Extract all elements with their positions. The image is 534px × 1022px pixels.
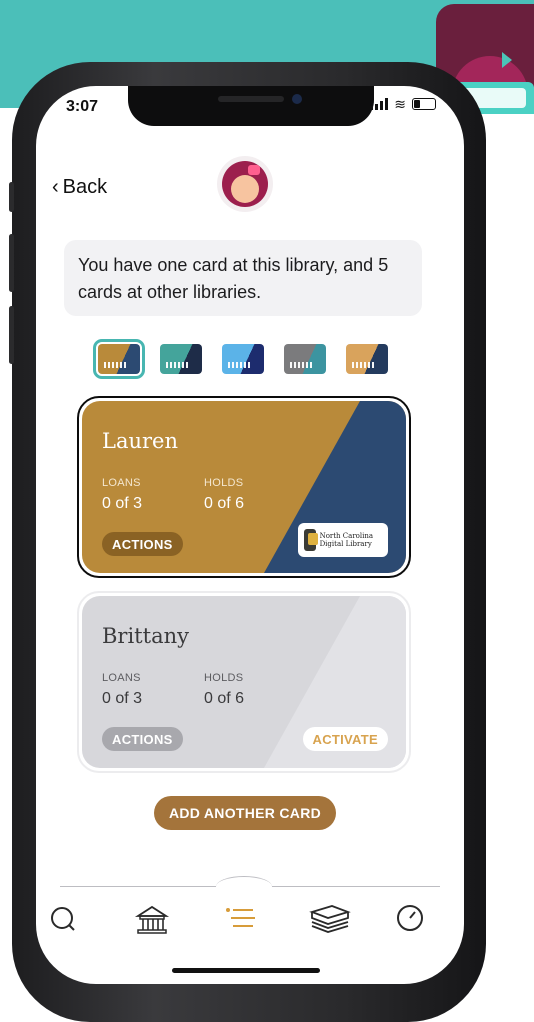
notch [128, 86, 374, 126]
silent-switch [9, 182, 14, 212]
volume-up-button [9, 234, 14, 292]
avatar[interactable] [217, 156, 273, 212]
search-icon [51, 907, 75, 931]
card-thumb-4[interactable] [284, 344, 326, 374]
tab-menu[interactable] [221, 900, 261, 940]
tab-bar-bump [216, 876, 272, 897]
barcode-icon [166, 362, 190, 368]
wifi-icon: ≋ [394, 96, 406, 112]
tab-library[interactable] [132, 900, 172, 940]
card-holder-name: Brittany [102, 624, 189, 648]
menu-icon [226, 908, 255, 927]
signal-icon [370, 98, 389, 110]
volume-down-button [9, 306, 14, 364]
card-thumbnail-strip [93, 339, 388, 380]
back-button[interactable]: ‹ Back [52, 176, 107, 199]
home-indicator [172, 968, 320, 973]
library-badge: North Carolina Digital Library [298, 523, 388, 557]
barcode-icon [290, 362, 314, 368]
loans-label: LOANS [102, 672, 141, 684]
add-another-card-button[interactable]: ADD ANOTHER CARD [154, 796, 336, 830]
speaker-grille [218, 96, 284, 102]
barcode-icon [104, 362, 128, 368]
loans-value: 0 of 3 [102, 495, 143, 512]
shelf-icon [309, 905, 351, 933]
battery-icon [412, 98, 436, 110]
phone-screen: 3:07 ≋ ‹ Back You have one card at this … [36, 86, 464, 984]
tab-timeline[interactable] [392, 900, 432, 940]
logo-flag [502, 52, 512, 68]
card-thumb-5[interactable] [346, 344, 388, 374]
timeline-icon [397, 905, 423, 931]
back-label: Back [62, 176, 108, 198]
card-holder-name: Lauren [102, 429, 178, 453]
library-logo-icon [304, 529, 318, 551]
library-badge-text: North Carolina Digital Library [319, 532, 374, 548]
holds-value: 0 of 6 [204, 495, 245, 512]
tab-search[interactable] [44, 900, 84, 940]
library-card-lauren[interactable]: Lauren LOANS 0 of 3 HOLDS 0 of 6 ACTIONS… [82, 401, 406, 573]
front-camera [292, 94, 302, 104]
activate-button[interactable]: ACTIVATE [302, 727, 388, 751]
actions-button[interactable]: ACTIONS [102, 727, 183, 751]
tab-shelf[interactable] [308, 900, 351, 940]
status-time: 3:07 [66, 98, 99, 115]
holds-label: HOLDS [204, 672, 244, 684]
holds-label: HOLDS [204, 477, 244, 489]
status-icons: ≋ [370, 96, 436, 112]
barcode-icon [352, 362, 376, 368]
avatar-icon [222, 161, 268, 207]
card-thumb-2[interactable] [160, 344, 202, 374]
actions-button[interactable]: ACTIONS [102, 532, 183, 556]
loans-label: LOANS [102, 477, 141, 489]
chevron-left-icon: ‹ [52, 176, 59, 198]
loans-value: 0 of 3 [102, 690, 143, 707]
cards-info-message: You have one card at this library, and 5… [64, 240, 422, 316]
card-thumb-3[interactable] [222, 344, 264, 374]
library-card-brittany[interactable]: Brittany LOANS 0 of 3 HOLDS 0 of 6 ACTIO… [82, 596, 406, 768]
holds-value: 0 of 6 [204, 690, 245, 707]
card-thumb-1[interactable] [93, 339, 145, 379]
library-icon [134, 905, 170, 934]
barcode-icon [228, 362, 252, 368]
tab-bar [36, 876, 464, 982]
